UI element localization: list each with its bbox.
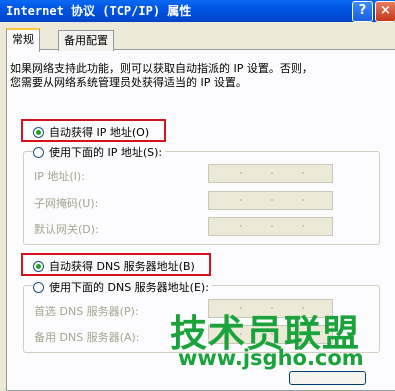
advanced-button[interactable]: [289, 371, 366, 385]
ip-address-field[interactable]: [208, 164, 333, 183]
title-bar: Internet 协议 (TCP/IP) 属性 ? ×: [0, 0, 395, 22]
manual-dns-option[interactable]: 使用下面的 DNS 服务器地址(E):: [33, 279, 212, 295]
alternate-dns-label: 备用 DNS 服务器(A):: [34, 331, 140, 344]
watermark-url: www.jsgho.com: [178, 346, 364, 370]
tab-alternate-configuration[interactable]: 备用配置: [58, 30, 114, 51]
intro-line-1: 如果网络支持此功能，则可以获取自动指派的 IP 设置。否则，: [10, 62, 313, 75]
tab-general[interactable]: 常规: [6, 28, 40, 52]
auto-dns-label: 自动获得 DNS 服务器地址(B): [49, 260, 195, 273]
manual-ip-option[interactable]: 使用下面的 IP 地址(S):: [33, 144, 166, 160]
ip-address-label: IP 地址(I):: [34, 170, 85, 183]
auto-ip-label: 自动获得 IP 地址(O): [49, 126, 150, 139]
intro-text: 如果网络支持此功能，则可以获取自动指派的 IP 设置。否则， 您需要从网络系统管…: [10, 62, 313, 90]
intro-line-2: 您需要从网络系统管理员处获得适当的 IP 设置。: [10, 76, 247, 89]
help-button[interactable]: ?: [352, 1, 373, 22]
subnet-mask-field[interactable]: [208, 191, 333, 210]
auto-ip-radio[interactable]: [33, 126, 44, 138]
manual-dns-radio[interactable]: [33, 281, 44, 293]
preferred-dns-label: 首选 DNS 服务器(P):: [34, 305, 139, 318]
manual-dns-label: 使用下面的 DNS 服务器地址(E):: [49, 281, 209, 294]
subnet-mask-label: 子网掩码(U):: [34, 197, 99, 210]
manual-ip-radio[interactable]: [33, 146, 44, 158]
auto-ip-option[interactable]: 自动获得 IP 地址(O): [33, 124, 149, 140]
default-gateway-label: 默认网关(D):: [34, 223, 99, 236]
manual-ip-label: 使用下面的 IP 地址(S):: [49, 146, 163, 159]
default-gateway-field[interactable]: [208, 217, 333, 236]
auto-dns-option[interactable]: 自动获得 DNS 服务器地址(B): [33, 258, 195, 274]
close-button[interactable]: ×: [375, 1, 395, 22]
auto-dns-radio[interactable]: [33, 260, 44, 272]
window-title: Internet 协议 (TCP/IP) 属性: [6, 4, 192, 18]
